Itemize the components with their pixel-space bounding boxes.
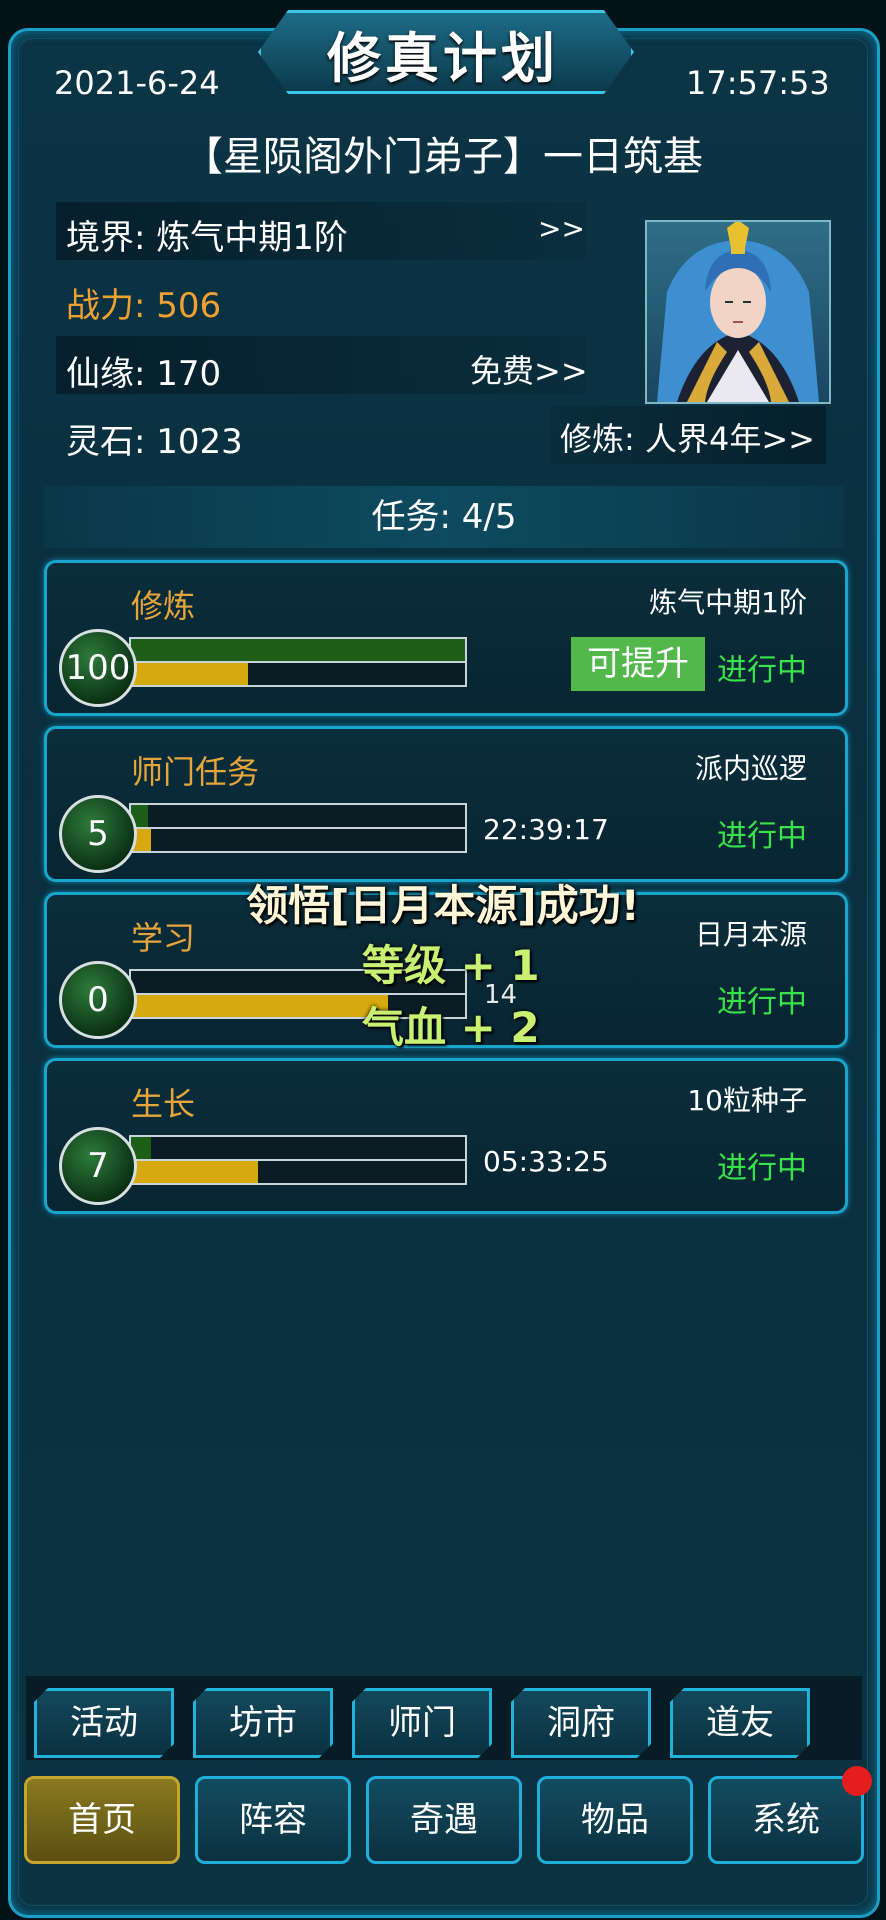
time-text: 17:57:53: [686, 64, 830, 102]
nav-items-tab[interactable]: 物品: [537, 1776, 693, 1864]
progress-top-fill: [131, 639, 465, 661]
task-name: 修炼: [131, 587, 196, 625]
task-card-grow[interactable]: 生长 10粒种子 7 05:33:25 进行中: [44, 1058, 848, 1214]
progress-bottom-fill: [131, 663, 248, 685]
cultivation-link[interactable]: 修炼: 人界4年>>: [560, 414, 815, 460]
character-avatar-icon: [657, 222, 819, 402]
fate-text: 仙缘: 170: [66, 354, 222, 394]
realm-text: 境界: 炼气中期1阶: [66, 218, 348, 258]
date-text: 2021-6-24: [54, 64, 220, 102]
task-detail: 10粒种子: [687, 1084, 807, 1117]
progress-bottom-fill: [131, 995, 389, 1017]
task-name: 师门任务: [131, 753, 260, 791]
menu-activity-button[interactable]: 活动: [34, 1688, 174, 1758]
character-portrait[interactable]: [645, 220, 831, 404]
task-timer: 22:39:17: [483, 813, 609, 846]
progress-divider: [131, 827, 465, 829]
task-progress-bar: [129, 1135, 467, 1185]
task-status: 进行中: [717, 819, 807, 854]
realm-link[interactable]: >>: [538, 212, 585, 245]
task-name: 生长: [131, 1085, 196, 1123]
task-progress-bar: [129, 637, 467, 687]
task-status: 进行中: [717, 985, 807, 1020]
progress-bottom-fill: [131, 1161, 258, 1183]
task-count-header: 任务: 4/5: [44, 486, 844, 548]
page-title: 修真计划: [327, 27, 559, 90]
menu-market-button[interactable]: 坊市: [193, 1688, 333, 1758]
nav-system-tab[interactable]: 系统: [708, 1776, 864, 1864]
task-level-badge: 0: [59, 961, 137, 1039]
task-level-badge: 7: [59, 1127, 137, 1205]
task-timer: 05:33:25: [483, 1145, 609, 1178]
upgrade-button[interactable]: 可提升: [571, 637, 705, 691]
task-card-sect[interactable]: 师门任务 派内巡逻 5 22:39:17 进行中: [44, 726, 848, 882]
task-card-cultivate[interactable]: 修炼 炼气中期1阶 100 可提升 进行中: [44, 560, 848, 716]
task-status: 进行中: [717, 1151, 807, 1186]
power-text: 战力: 506: [66, 286, 222, 326]
task-detail: 炼气中期1阶: [649, 586, 807, 619]
fate-free-link[interactable]: 免费>>: [470, 346, 588, 392]
popup-message: 领悟[日月本源]成功!: [246, 881, 640, 930]
menu-friends-button[interactable]: 道友: [670, 1688, 810, 1758]
popup-hp-gain: 气血 + 2: [362, 1003, 540, 1052]
menu-sect-button[interactable]: 师门: [352, 1688, 492, 1758]
task-level-badge: 100: [59, 629, 137, 707]
task-status: 进行中: [717, 653, 807, 688]
menu-cave-button[interactable]: 洞府: [511, 1688, 651, 1758]
notification-dot-icon: [842, 1766, 872, 1796]
popup-level-gain: 等级 + 1: [362, 941, 540, 990]
task-level-badge: 5: [59, 795, 137, 873]
nav-home-tab[interactable]: 首页: [24, 1776, 180, 1864]
nav-lineup-tab[interactable]: 阵容: [195, 1776, 351, 1864]
nav-adventure-tab[interactable]: 奇遇: [366, 1776, 522, 1864]
task-detail: 派内巡逻: [694, 752, 807, 785]
task-progress-bar: [129, 803, 467, 853]
stones-text: 灵石: 1023: [66, 422, 243, 462]
player-title: 【星陨阁外门弟子】一日筑基: [183, 134, 703, 180]
